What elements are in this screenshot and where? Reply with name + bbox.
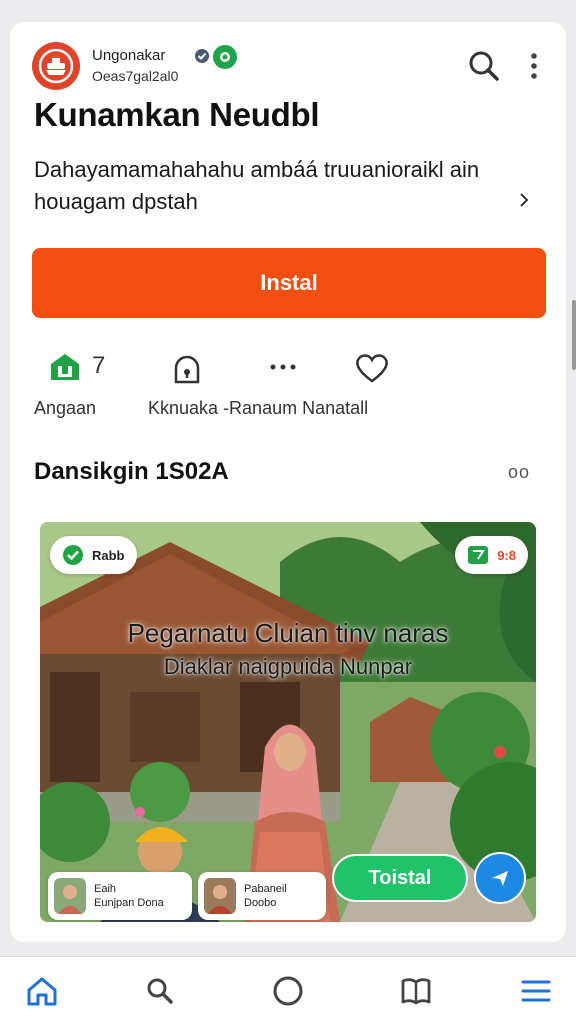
nav-library[interactable]: [396, 973, 436, 1009]
right-badge-chip[interactable]: 9:8: [455, 536, 528, 574]
stat-label-rating: Angaan: [34, 398, 97, 418]
stats-row: 7 Angaan Kknuaka -Ranaum Nanatall: [10, 342, 566, 432]
screenshot-headline: Pegarnatu Cluian tinv naras: [127, 618, 449, 648]
heart-icon[interactable]: [354, 352, 390, 389]
developer-name[interactable]: Ungonakar: [92, 47, 165, 64]
app-detail-card: Ungonakar Oeas7gal2al0 Kunamkan Neudbl D…: [10, 22, 566, 942]
screenshot-subheadline: Diaklar naigpuida Nunpar: [163, 654, 413, 679]
search-icon: [147, 978, 173, 1004]
total-button[interactable]: Toistal: [332, 854, 468, 902]
app-title: Kunamkan Neudbl: [34, 96, 320, 133]
install-button[interactable]: Instal: [32, 248, 546, 318]
book-icon: [401, 978, 431, 1005]
review-card-2-text: Doobo: [244, 897, 277, 909]
section-more-label: oo: [508, 462, 531, 482]
review-card-2[interactable]: Pabaneil Doobo: [198, 872, 326, 920]
lock-icon: [170, 352, 204, 391]
developer-header: Ungonakar Oeas7gal2al0: [32, 42, 546, 92]
rating-value: 7: [92, 352, 106, 379]
home-icon: [27, 977, 57, 1006]
more-dots-icon[interactable]: [266, 352, 300, 387]
chevron-right-icon[interactable]: [514, 190, 534, 210]
avatar: [204, 878, 236, 914]
app-description[interactable]: Dahayamamahahahu ambáá truuanioraikl ain…: [34, 154, 504, 218]
left-badge-label: Rabb: [92, 547, 125, 563]
circle-icon: [273, 976, 303, 1006]
nav-circle[interactable]: [268, 973, 308, 1009]
globe-icon: [212, 44, 238, 75]
stat-label-content: Kknuaka -Ranaum Nanatall: [148, 398, 369, 418]
send-icon: [492, 871, 508, 886]
bottom-navigation: [0, 956, 576, 1024]
right-badge-label: 9:8: [497, 547, 516, 563]
review-card-1-text: Eunjpan Dona: [94, 897, 164, 909]
rating-icon: [48, 352, 82, 387]
scrollbar[interactable]: [572, 300, 576, 370]
menu-icon: [521, 980, 551, 1002]
review-card-1[interactable]: Eaih Eunjpan Dona: [48, 872, 192, 920]
developer-subtitle: Oeas7gal2al0: [92, 68, 179, 84]
section-title: Dansikgin 1S02A: [34, 458, 229, 485]
section-more-button[interactable]: oo: [508, 462, 536, 482]
flag-icon: [468, 546, 489, 564]
review-card-2-name: Pabaneil: [244, 883, 287, 895]
nav-search[interactable]: [140, 973, 180, 1009]
nav-home[interactable]: [22, 973, 62, 1009]
left-badge-chip[interactable]: Rabb: [50, 536, 137, 574]
review-card-1-name: Eaih: [94, 883, 117, 895]
header-search-button[interactable]: [466, 48, 502, 84]
nav-menu[interactable]: [516, 973, 556, 1009]
search-icon: [469, 51, 499, 81]
more-vertical-icon: [531, 53, 537, 79]
app-screenshot[interactable]: Pegarnatu Cluian tinv naras Diaklar naig…: [40, 522, 536, 922]
verified-icon: [194, 48, 210, 69]
send-button[interactable]: [474, 852, 526, 904]
check-circle-icon: [63, 545, 83, 565]
developer-logo[interactable]: [32, 42, 80, 90]
avatar: [54, 878, 86, 914]
overflow-menu-button[interactable]: [522, 48, 546, 84]
ship-logo-icon: [38, 48, 74, 84]
